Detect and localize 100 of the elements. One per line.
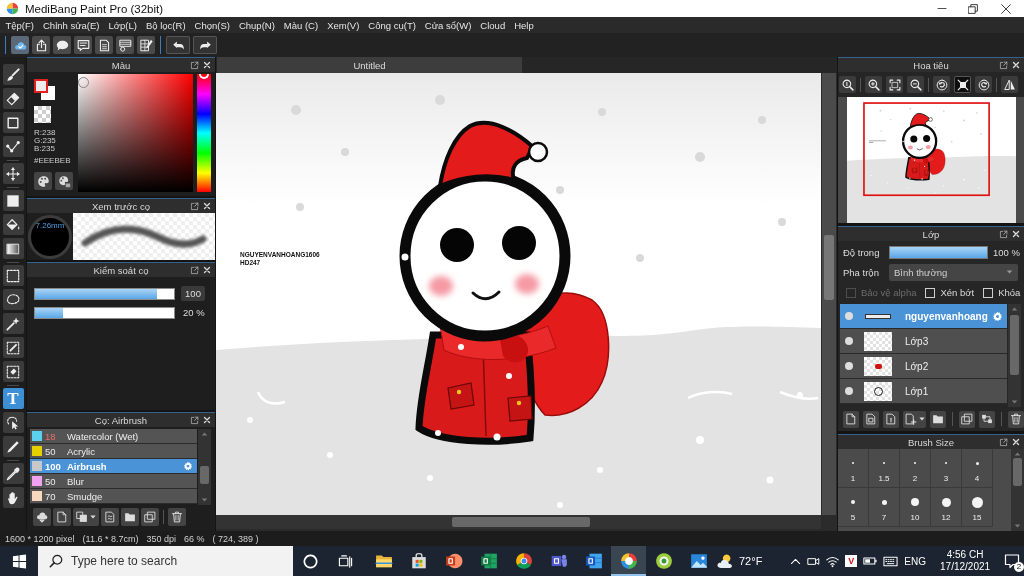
eraser-tool[interactable] [2,88,24,109]
folder-button[interactable] [121,508,139,526]
brush-item[interactable]: 50 Blur [30,474,197,489]
brush-size-option[interactable]: 10 [900,488,931,527]
pencil-tool[interactable] [2,436,24,457]
hand-tool[interactable] [2,487,24,508]
pointer-lasso-tool[interactable] [2,412,24,433]
fit-screen-button[interactable] [954,76,971,93]
visibility-dot-icon[interactable] [845,337,853,345]
scrollbar[interactable] [822,73,836,515]
speech-bubble-button[interactable] [53,36,71,54]
battery-button[interactable] [863,554,878,568]
brush-size-option[interactable]: 4 [962,449,993,488]
menu-item[interactable]: Chỉnh sửa(E) [38,17,105,33]
undock-button[interactable] [999,229,1008,239]
brush-size-option[interactable]: 7 [869,488,900,527]
eyedropper-tool[interactable] [2,463,24,484]
merge-button[interactable] [979,410,995,428]
document-button[interactable] [95,36,113,54]
paint-bucket-tool[interactable] [2,214,24,235]
script-button[interactable] [101,508,119,526]
undock-button[interactable] [190,265,199,275]
menu-item[interactable]: Chụp(N) [234,17,280,33]
dashed-rectangle-tool[interactable] [2,265,24,286]
value-field[interactable]: 100 [181,286,205,301]
grid-pencil-button[interactable] [137,36,155,54]
gradient-tool[interactable] [2,238,24,259]
clock-date[interactable]: 17/12/2021 [940,561,991,573]
paint-app-taskbar-button[interactable] [611,546,646,576]
new-document-button[interactable] [53,508,71,526]
brush-item[interactable]: 50 Acrylic [30,444,197,459]
copy-button[interactable] [73,508,99,526]
brush-size-option[interactable]: 15 [962,488,993,527]
brush-tool[interactable] [2,64,24,85]
brush-size-option[interactable]: 2 [900,449,931,488]
cloud-download-button[interactable] [33,508,51,526]
undock-button[interactable] [999,437,1008,447]
undock-button[interactable] [999,60,1008,70]
scrollbar-thumb[interactable] [824,235,834,300]
clock-time[interactable]: 4:56 CH [946,549,984,561]
scrollbar-thumb[interactable] [1010,315,1019,375]
zoom-actual-button[interactable] [839,76,856,93]
trash-button[interactable] [168,508,186,526]
duplicate-button[interactable] [141,508,159,526]
close-button[interactable] [203,202,211,210]
brush-size-option[interactable]: 5 [838,488,869,527]
scrollbar[interactable] [198,429,211,505]
menu-item[interactable]: Xem(V) [322,17,364,33]
menu-item[interactable]: Chọn(S) [190,17,235,33]
selection-eraser-tool[interactable] [2,361,24,382]
rotate-right-button[interactable] [975,76,992,93]
layer-item[interactable]: Lớp2 [840,354,1007,379]
filled-square-tool[interactable] [2,190,24,211]
palette-button[interactable] [34,172,52,190]
input-method-indicator[interactable]: V [845,555,858,567]
layer-item[interactable]: Lớp1 [840,379,1007,404]
menu-item[interactable]: Lớp(L) [104,17,142,33]
close-button[interactable] [203,266,211,274]
scrollbar-thumb[interactable] [452,517,590,527]
checkbox-label[interactable]: Khóa [998,287,1021,298]
cloud-check-button[interactable] [11,36,29,54]
language-indicator[interactable]: ENG [904,555,927,567]
network-button[interactable] [826,554,840,568]
flip-button[interactable] [1001,76,1018,93]
slider-track[interactable] [34,306,175,319]
comment-button[interactable] [74,36,92,54]
selection-pen-tool[interactable] [2,337,24,358]
visibility-dot-icon[interactable] [845,362,853,370]
square-outline-tool[interactable] [2,112,24,133]
menu-item[interactable]: Công cụ(T) [363,17,421,33]
undo-button[interactable] [166,36,190,54]
list-settings-button[interactable] [116,36,134,54]
notification-count[interactable]: 2 [1014,562,1024,572]
share-button[interactable] [32,36,50,54]
redo-button[interactable] [193,36,217,54]
fit-frame-button[interactable] [886,76,903,93]
scrollbar-thumb[interactable] [1013,458,1022,486]
hue-handle[interactable] [199,74,209,79]
rotate-left-button[interactable] [933,76,950,93]
close-button[interactable] [1012,61,1020,69]
new-layer-button[interactable] [843,410,859,428]
weather-button[interactable] [716,552,733,570]
checkbox-label[interactable]: Xén bớt [940,287,975,298]
document-tab[interactable]: Untitled [217,57,522,73]
brush-item[interactable]: 70 Smudge [30,489,197,504]
undock-button[interactable] [190,201,199,211]
trash-button[interactable] [1008,410,1024,428]
scrollbar[interactable] [1008,304,1021,407]
add-layer-button[interactable] [903,410,926,428]
opacity-slider[interactable] [889,245,988,259]
new-halftone-layer-button[interactable] [863,410,879,428]
close-button[interactable] [1012,438,1020,446]
brush-size-option[interactable]: 3 [931,449,962,488]
scrollbar-thumb[interactable] [200,466,209,484]
zoom-out-button[interactable] [907,76,924,93]
menu-item[interactable]: Help [509,17,539,33]
close-button[interactable] [203,61,211,69]
new-mono-layer-button[interactable] [883,410,899,428]
menu-item[interactable]: Bộ lọc(R) [141,17,191,33]
undock-button[interactable] [190,60,199,70]
